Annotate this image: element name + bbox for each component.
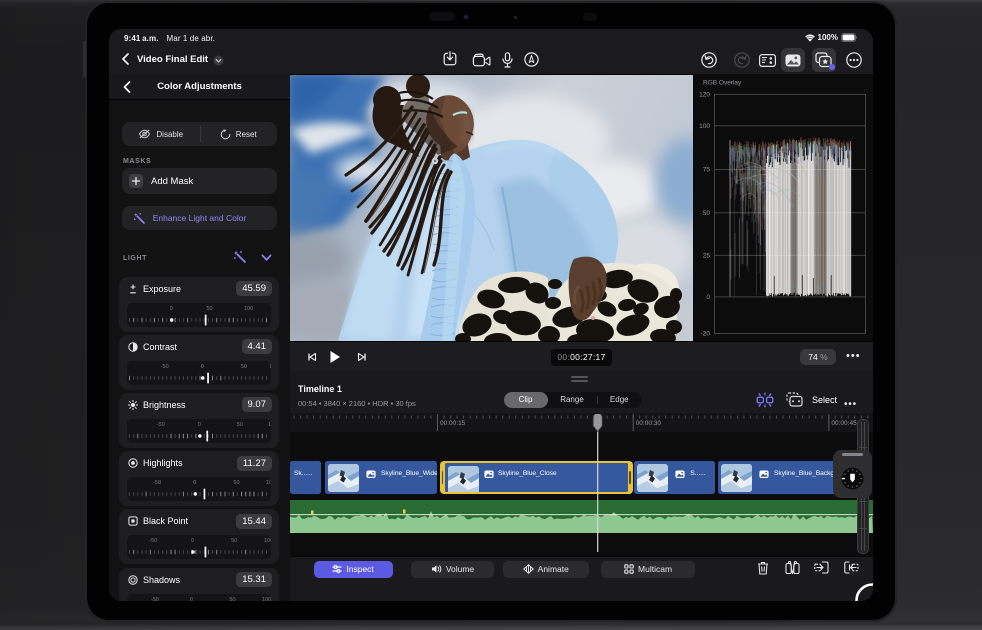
svg-text:RGB Overlay: RGB Overlay — [703, 80, 742, 87]
svg-text:120: 120 — [699, 92, 710, 99]
svg-text:00:00:45: 00:00:45 — [831, 420, 857, 427]
svg-text:0: 0 — [706, 294, 710, 301]
svg-text:100: 100 — [699, 123, 710, 130]
svg-text:00:00:15: 00:00:15 — [440, 420, 466, 427]
svg-text:50: 50 — [703, 210, 711, 217]
svg-text:00:00:30: 00:00:30 — [636, 420, 662, 427]
svg-text:-20: -20 — [701, 331, 711, 338]
svg-text:75: 75 — [703, 167, 711, 174]
svg-text:25: 25 — [703, 253, 711, 260]
